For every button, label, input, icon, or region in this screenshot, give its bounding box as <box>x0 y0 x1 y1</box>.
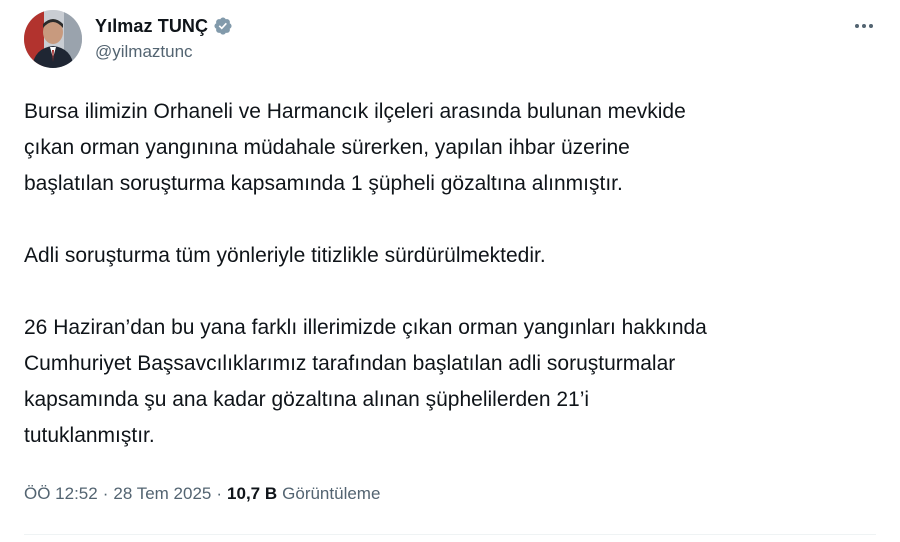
views-label: Görüntüleme <box>282 484 381 503</box>
more-dot <box>869 24 873 28</box>
tweet-time[interactable]: ÖÖ 12:52 <box>24 484 98 504</box>
tweet-meta: ÖÖ 12:52 · 28 Tem 2025 · 10,7 B Görüntül… <box>24 484 380 504</box>
name-row: Yılmaz TUNÇ <box>95 15 233 37</box>
meta-separator: · <box>216 484 223 503</box>
more-horizontal-icon[interactable] <box>848 12 880 40</box>
tweet-text: Bursa ilimizin Orhaneli ve Harmancık ilç… <box>24 94 874 454</box>
views-count: 10,7 B <box>227 484 278 503</box>
tweet-paragraph: 26 Haziran’dan bu yana farklı illerimizd… <box>24 316 707 447</box>
author-display-name[interactable]: Yılmaz TUNÇ <box>95 16 208 37</box>
avatar[interactable] <box>24 10 82 68</box>
avatar-image <box>24 10 82 68</box>
verified-badge-icon[interactable] <box>213 16 233 36</box>
more-dot <box>855 24 859 28</box>
author-identity: Yılmaz TUNÇ @yilmaztunc <box>95 10 233 62</box>
tweet-header: Yılmaz TUNÇ @yilmaztunc <box>24 10 233 74</box>
tweet-date[interactable]: 28 Tem 2025 <box>113 484 211 504</box>
tweet-card: Yılmaz TUNÇ @yilmaztunc Bursa ilimizin O… <box>0 0 900 542</box>
meta-separator: · <box>102 484 109 503</box>
more-dot <box>862 24 866 28</box>
author-handle[interactable]: @yilmaztunc <box>95 42 233 62</box>
tweet-paragraph: Bursa ilimizin Orhaneli ve Harmancık ilç… <box>24 100 686 195</box>
tweet-paragraph: Adli soruşturma tüm yönleriyle titizlikl… <box>24 244 546 267</box>
divider <box>24 534 876 535</box>
